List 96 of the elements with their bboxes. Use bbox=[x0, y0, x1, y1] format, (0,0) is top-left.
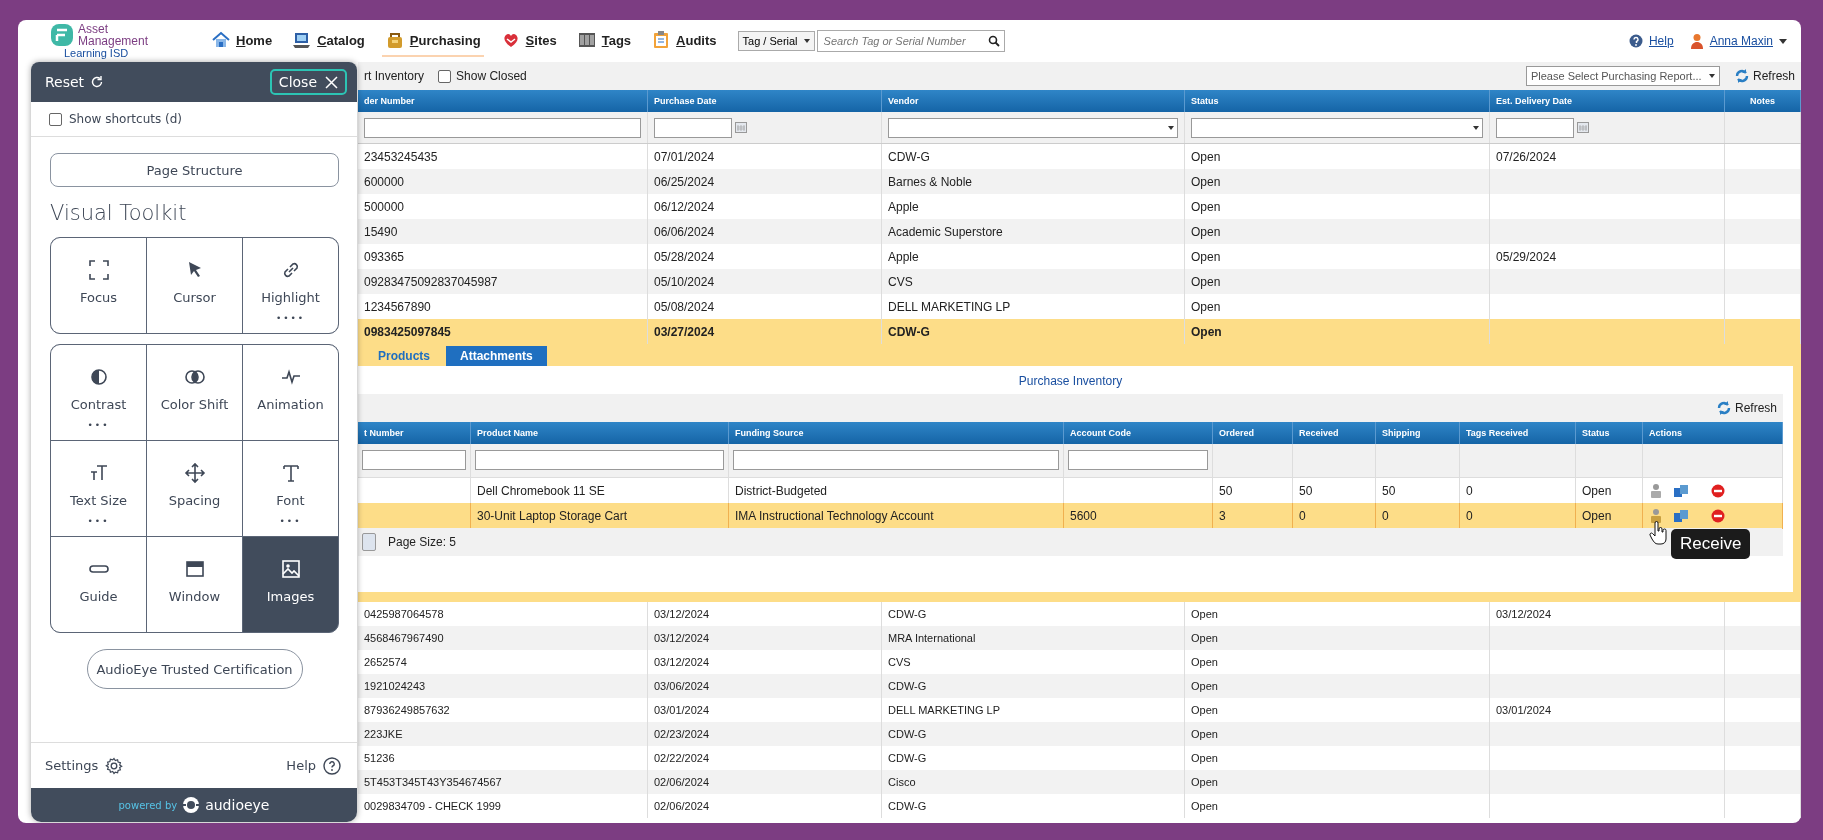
table-row[interactable]: 15490 06/06/2024 Academic Superstore Open bbox=[358, 219, 1801, 244]
nav-tab[interactable]: Sites bbox=[497, 25, 560, 57]
toolkit-tile[interactable]: Spacing bbox=[147, 441, 242, 536]
audioeye-logo-icon bbox=[182, 796, 201, 814]
logo-text: Asset Management bbox=[78, 23, 150, 47]
table-row[interactable]: 5T453T345T43Y354674567 02/06/2024 Cisco Open bbox=[358, 770, 1801, 794]
catalog-icon bbox=[292, 30, 313, 50]
filter-field[interactable] bbox=[1068, 450, 1208, 470]
page-structure-button[interactable]: Page Structure bbox=[50, 153, 339, 187]
help-link[interactable]: Help bbox=[1648, 34, 1674, 48]
shortcuts-label: Show shortcuts (d) bbox=[69, 112, 182, 126]
table-cell: CDW-G bbox=[882, 794, 1185, 818]
nav-tab[interactable]: Tags bbox=[573, 25, 635, 57]
toolkit-tile[interactable]: Focus bbox=[51, 238, 146, 333]
section-title: Purchase Inventory bbox=[1018, 374, 1123, 388]
receive-icon[interactable] bbox=[1649, 508, 1663, 524]
toolkit-tile[interactable]: Guide bbox=[51, 537, 146, 632]
focus-icon bbox=[87, 259, 110, 281]
settings-icon bbox=[105, 756, 124, 775]
help-button[interactable]: Help bbox=[286, 756, 341, 775]
toolkit-tile[interactable]: Images bbox=[243, 537, 338, 632]
filter-field[interactable] bbox=[1191, 117, 1483, 138]
pager-button[interactable] bbox=[362, 533, 376, 551]
window-icon bbox=[183, 558, 206, 580]
close-icon bbox=[325, 75, 338, 89]
table-row[interactable]: 4568467967490 03/12/2024 MRA International Open bbox=[358, 626, 1801, 650]
boxes-icon[interactable] bbox=[1673, 484, 1689, 498]
table-row[interactable]: 09283475092837045987 05/10/2024 CVS Open bbox=[358, 269, 1801, 294]
detail-tab[interactable]: Attachments bbox=[446, 346, 547, 366]
filter-field[interactable] bbox=[733, 450, 1059, 470]
user-menu-link[interactable]: Anna Maxin bbox=[1709, 34, 1773, 48]
import-inventory-link[interactable]: rt Inventory bbox=[364, 69, 425, 83]
toolkit-tile[interactable]: Contrast ••• bbox=[51, 345, 146, 440]
logo-icon bbox=[50, 23, 74, 47]
certification-button[interactable]: AudioEye Trusted Certification bbox=[86, 649, 303, 689]
toolkit-tile[interactable]: Text Size ••• bbox=[51, 441, 146, 536]
search-icon[interactable] bbox=[987, 35, 1000, 47]
toolkit-tile[interactable]: Animation bbox=[243, 345, 338, 440]
close-button[interactable]: Close bbox=[269, 69, 347, 95]
table-row[interactable]: 0983425097845 03/27/2024 CDW-G Open bbox=[358, 319, 1801, 344]
detail-tab[interactable]: Products bbox=[364, 346, 444, 366]
table-cell: Open bbox=[1185, 794, 1490, 818]
nav-tab[interactable]: Home bbox=[208, 25, 276, 57]
calendar-icon[interactable] bbox=[735, 122, 747, 133]
table-row[interactable]: 1921024243 03/06/2024 CDW-G Open bbox=[358, 674, 1801, 698]
filter-field[interactable] bbox=[888, 117, 1178, 138]
reset-icon bbox=[90, 75, 105, 89]
nav-tab[interactable]: Audits bbox=[648, 25, 720, 57]
tags-icon bbox=[576, 30, 597, 50]
filter-field[interactable] bbox=[364, 117, 641, 138]
table-cell: 02/06/2024 bbox=[648, 794, 882, 818]
toolkit-tile[interactable]: Window bbox=[147, 537, 242, 632]
reset-button[interactable]: Reset bbox=[45, 74, 105, 90]
boxes-icon[interactable] bbox=[1673, 509, 1689, 523]
toolkit-tile[interactable]: Highlight •••• bbox=[243, 238, 338, 333]
user-icon bbox=[1689, 33, 1704, 49]
table-row[interactable]: 223JKE 02/23/2024 CDW-G Open bbox=[358, 722, 1801, 746]
images-icon bbox=[279, 558, 302, 580]
toolkit-heading: Visual Toolkit bbox=[50, 201, 188, 225]
tooltip: Receive bbox=[1671, 529, 1751, 559]
search-field[interactable]: Search Tag or Serial Number bbox=[816, 30, 1005, 52]
nav-tab[interactable]: Catalog bbox=[289, 25, 368, 57]
shortcuts-checkbox[interactable] bbox=[49, 112, 62, 126]
show-closed-checkbox[interactable] bbox=[438, 69, 452, 83]
table-cell: 0029834709 - CHECK 1999 bbox=[358, 794, 648, 818]
refresh-button[interactable]: Refresh bbox=[1733, 68, 1795, 84]
help-icon bbox=[323, 756, 341, 775]
nav-tab[interactable]: Purchasing bbox=[381, 25, 484, 57]
filter-field[interactable] bbox=[1496, 117, 1574, 138]
filter-field[interactable] bbox=[475, 450, 724, 470]
filter-field[interactable] bbox=[654, 117, 732, 138]
toolkit-tile[interactable]: Font ••• bbox=[243, 441, 338, 536]
caret-icon[interactable] bbox=[1779, 38, 1787, 44]
show-closed-label: Show Closed bbox=[456, 69, 527, 83]
page-size-label: Page Size: 5 bbox=[388, 535, 457, 549]
remove-icon[interactable] bbox=[1711, 509, 1725, 523]
receive-icon[interactable] bbox=[1649, 483, 1663, 499]
toolkit-tile[interactable]: Color Shift bbox=[147, 345, 242, 440]
spacing-icon bbox=[183, 462, 206, 484]
calendar-icon[interactable] bbox=[1577, 122, 1589, 133]
filter-field[interactable] bbox=[362, 450, 466, 470]
hand-cursor-icon bbox=[1649, 521, 1669, 545]
help-icon bbox=[1628, 34, 1643, 48]
home-icon bbox=[211, 30, 231, 50]
settings-button[interactable]: Settings bbox=[45, 756, 124, 775]
report-select[interactable]: Please Select Purchasing Report... bbox=[1525, 66, 1720, 86]
refresh-icon bbox=[1733, 68, 1750, 84]
refresh-icon bbox=[1715, 400, 1732, 416]
search-type-select[interactable]: Tag / Serial bbox=[737, 31, 815, 51]
organization-name: Learning ISD bbox=[64, 47, 129, 59]
audioeye-wordmark: audioeye bbox=[205, 797, 270, 813]
toolkit-tile[interactable]: Cursor bbox=[147, 238, 242, 333]
remove-icon[interactable] bbox=[1711, 484, 1725, 498]
powered-by-label: powered by bbox=[118, 799, 178, 811]
refresh-button[interactable]: Refresh bbox=[1715, 400, 1777, 416]
table-row[interactable]: 600000 06/25/2024 Barnes & Noble Open bbox=[358, 169, 1801, 194]
